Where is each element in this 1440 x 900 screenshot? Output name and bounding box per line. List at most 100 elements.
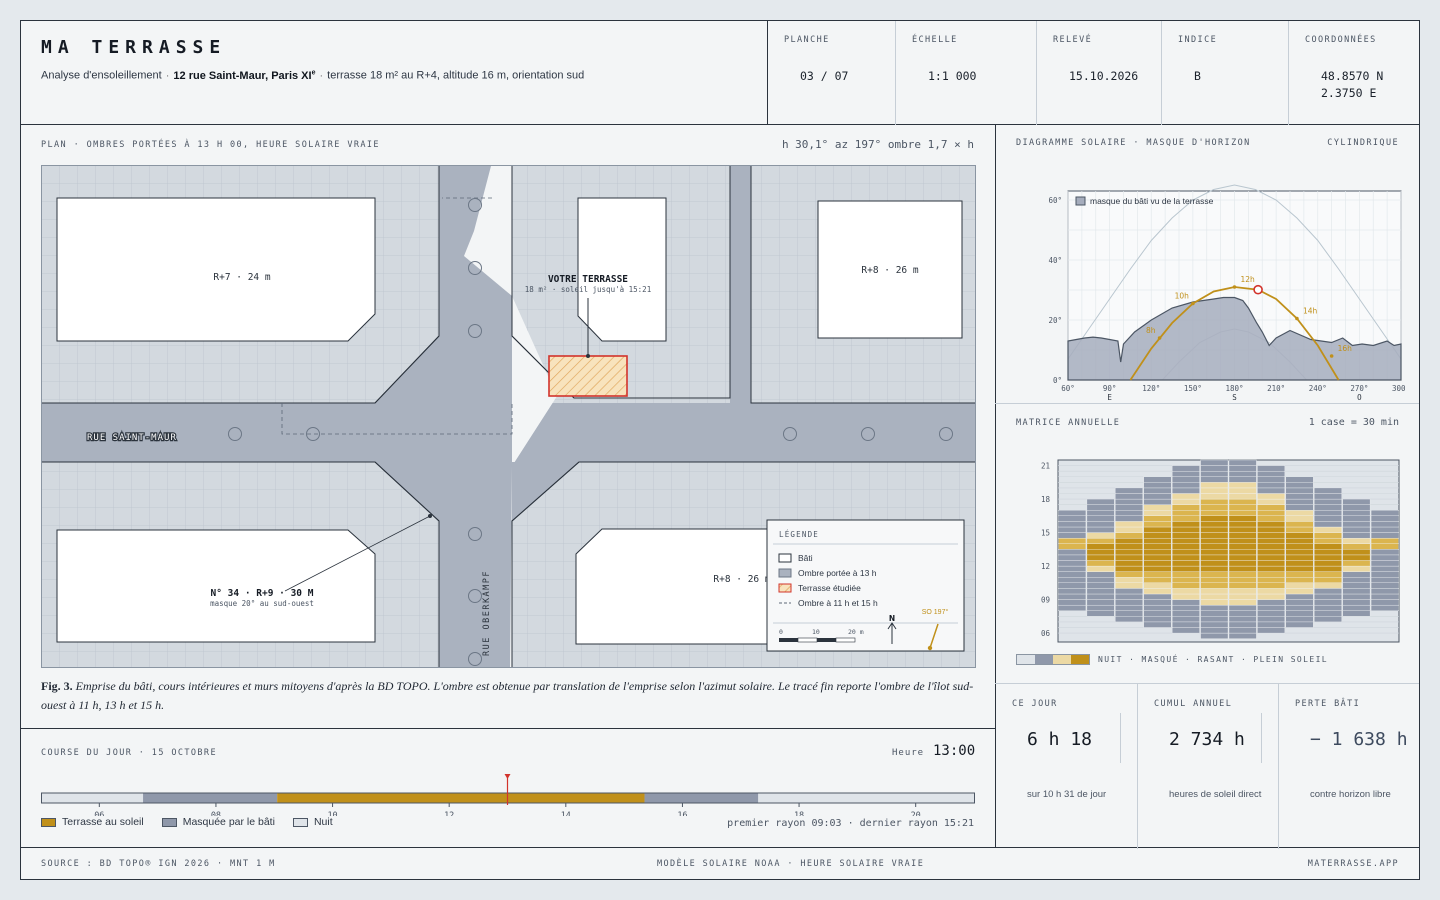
matrix-cell — [1086, 510, 1115, 517]
matrix-cell — [1086, 610, 1115, 617]
footer-link[interactable]: MATERRASSE.APP — [1308, 859, 1399, 869]
matrix-cell — [1314, 532, 1342, 539]
matrix-cell — [1228, 554, 1257, 561]
timeline-tick-label: 20 — [911, 811, 921, 816]
matrix-cell — [1285, 577, 1314, 583]
matrix-hour-label: 09 — [1041, 596, 1050, 605]
hour-marker — [1295, 316, 1299, 321]
matrix-hour-label: 18 — [1041, 495, 1051, 504]
terrace-area[interactable] — [548, 355, 628, 397]
matrix-cell — [1342, 577, 1371, 583]
timeline-segment-nuit — [758, 793, 974, 803]
matrix-cell — [1370, 521, 1399, 528]
time-cursor-handle-icon[interactable] — [504, 774, 511, 779]
meta-label: RELEVÉ — [1053, 35, 1093, 45]
matrix-cell — [1314, 498, 1342, 505]
matrix-cell — [1228, 571, 1257, 578]
hour-marker-label: 8h — [1146, 326, 1156, 335]
matrix-cell — [1143, 526, 1172, 533]
meta-label: COORDONNÉES — [1305, 35, 1377, 45]
matrix-cell — [1115, 577, 1143, 583]
matrix-cell — [1342, 526, 1371, 533]
solar-x-tick: 240° — [1309, 384, 1327, 393]
site-plan[interactable]: RUE SAINT-MAUR RUE OBERKAMPF R+7 · 24 m … — [41, 165, 976, 668]
matrix-cell — [1257, 582, 1286, 589]
stat-rule — [1120, 713, 1121, 763]
matrix-cell — [1257, 599, 1286, 606]
matrix-cell — [1285, 588, 1314, 595]
building-nw-label: R+7 · 24 m — [213, 272, 270, 283]
meta-label: PLANCHE — [784, 35, 830, 45]
matrix-cell — [1285, 510, 1314, 517]
matrix-cell — [1171, 515, 1200, 522]
matrix-cell — [1086, 537, 1115, 544]
matrix-cell — [1257, 577, 1286, 583]
matrix-cell — [1143, 577, 1172, 583]
legend-swatch-mask — [161, 817, 177, 827]
matrix-cell — [1171, 543, 1200, 550]
matrix-cell — [1228, 537, 1257, 544]
timeline-segment-nuit — [41, 793, 144, 803]
matrix-cell — [1228, 521, 1257, 528]
day-timeline[interactable]: 06 08 10 12 14 16 18 20 — [41, 771, 976, 821]
matrix-cell — [1058, 577, 1087, 583]
matrix-cell — [1200, 493, 1229, 500]
legend-terrasse: Terrasse étudiée — [798, 583, 861, 593]
meta-value: 15.10.2026 — [1069, 69, 1139, 83]
matrix-cell — [1228, 610, 1257, 617]
stat-value: 6 h 18 — [1027, 729, 1093, 750]
matrix-cell — [1285, 565, 1314, 572]
matrix-cell — [1370, 526, 1399, 533]
matrix-cell — [1314, 537, 1342, 544]
matrix-cell — [1115, 537, 1143, 544]
matrix-cell — [1115, 565, 1143, 572]
matrix-cell — [1257, 621, 1286, 628]
matrix-cell — [1200, 498, 1229, 505]
matrix-cell — [1314, 521, 1342, 528]
matrix-cell — [1115, 510, 1143, 517]
matrix-hour-label: 12 — [1041, 562, 1050, 571]
matrix-cell — [1115, 515, 1143, 522]
current-sun-position[interactable] — [1253, 284, 1263, 295]
matrix-cell — [1257, 515, 1286, 522]
annual-matrix[interactable]: JFMAMJJASOND211815120906 — [1016, 435, 1406, 658]
matrix-cell — [1171, 588, 1200, 595]
matrix-cell — [1257, 498, 1286, 505]
matrix-cell — [1228, 616, 1257, 623]
matrix-cell — [1200, 470, 1229, 477]
matrix-cell — [1314, 515, 1342, 522]
solar-cardinal: E — [1107, 393, 1112, 402]
terrace-leader-dot — [586, 354, 590, 358]
footer-source: SOURCE : BD TOPO® IGN 2026 · MNT 1 M — [41, 859, 276, 869]
solar-x-tick: 270° — [1350, 384, 1368, 393]
solar-cardinal: O — [1357, 393, 1362, 402]
hour-value[interactable]: 13:00 — [933, 743, 975, 759]
matrix-cell — [1143, 610, 1172, 617]
matrix-cell — [1200, 554, 1229, 561]
matrix-cell — [1200, 604, 1229, 611]
plan-divider — [21, 728, 995, 729]
solar-diagram[interactable]: 8h 10h 12h 14h 16h masque du bâti vu de la te… — [1016, 159, 1410, 409]
matrix-cell — [1314, 593, 1342, 600]
matrix-cell — [1314, 560, 1342, 567]
matrix-cell — [1314, 582, 1342, 589]
matrix-cell — [1143, 537, 1172, 544]
matrix-cell — [1058, 515, 1087, 522]
matrix-cell — [1228, 627, 1257, 634]
matrix-cell — [1058, 588, 1087, 595]
matrix-cell — [1370, 537, 1399, 544]
solar-legend-label: masque du bâti vu de la terrasse — [1090, 196, 1214, 206]
figure-caption: Fig. 3. Emprise du bâti, cours intérieur… — [41, 677, 976, 715]
matrix-cell — [1086, 582, 1115, 589]
matrix-cell — [1285, 571, 1314, 578]
course-caption: COURSE DU JOUR · 15 OCTOBRE — [41, 748, 217, 758]
matrix-cell — [1228, 532, 1257, 539]
matrix-cell — [1228, 582, 1257, 589]
matrix-cell — [1342, 610, 1371, 617]
matrix-cell — [1143, 616, 1172, 623]
matrix-cell — [1228, 459, 1257, 466]
matrix-cell — [1143, 554, 1172, 561]
page-title: MA TERRASSE — [41, 37, 227, 58]
matrix-cell — [1228, 543, 1257, 550]
matrix-cell — [1342, 599, 1371, 606]
